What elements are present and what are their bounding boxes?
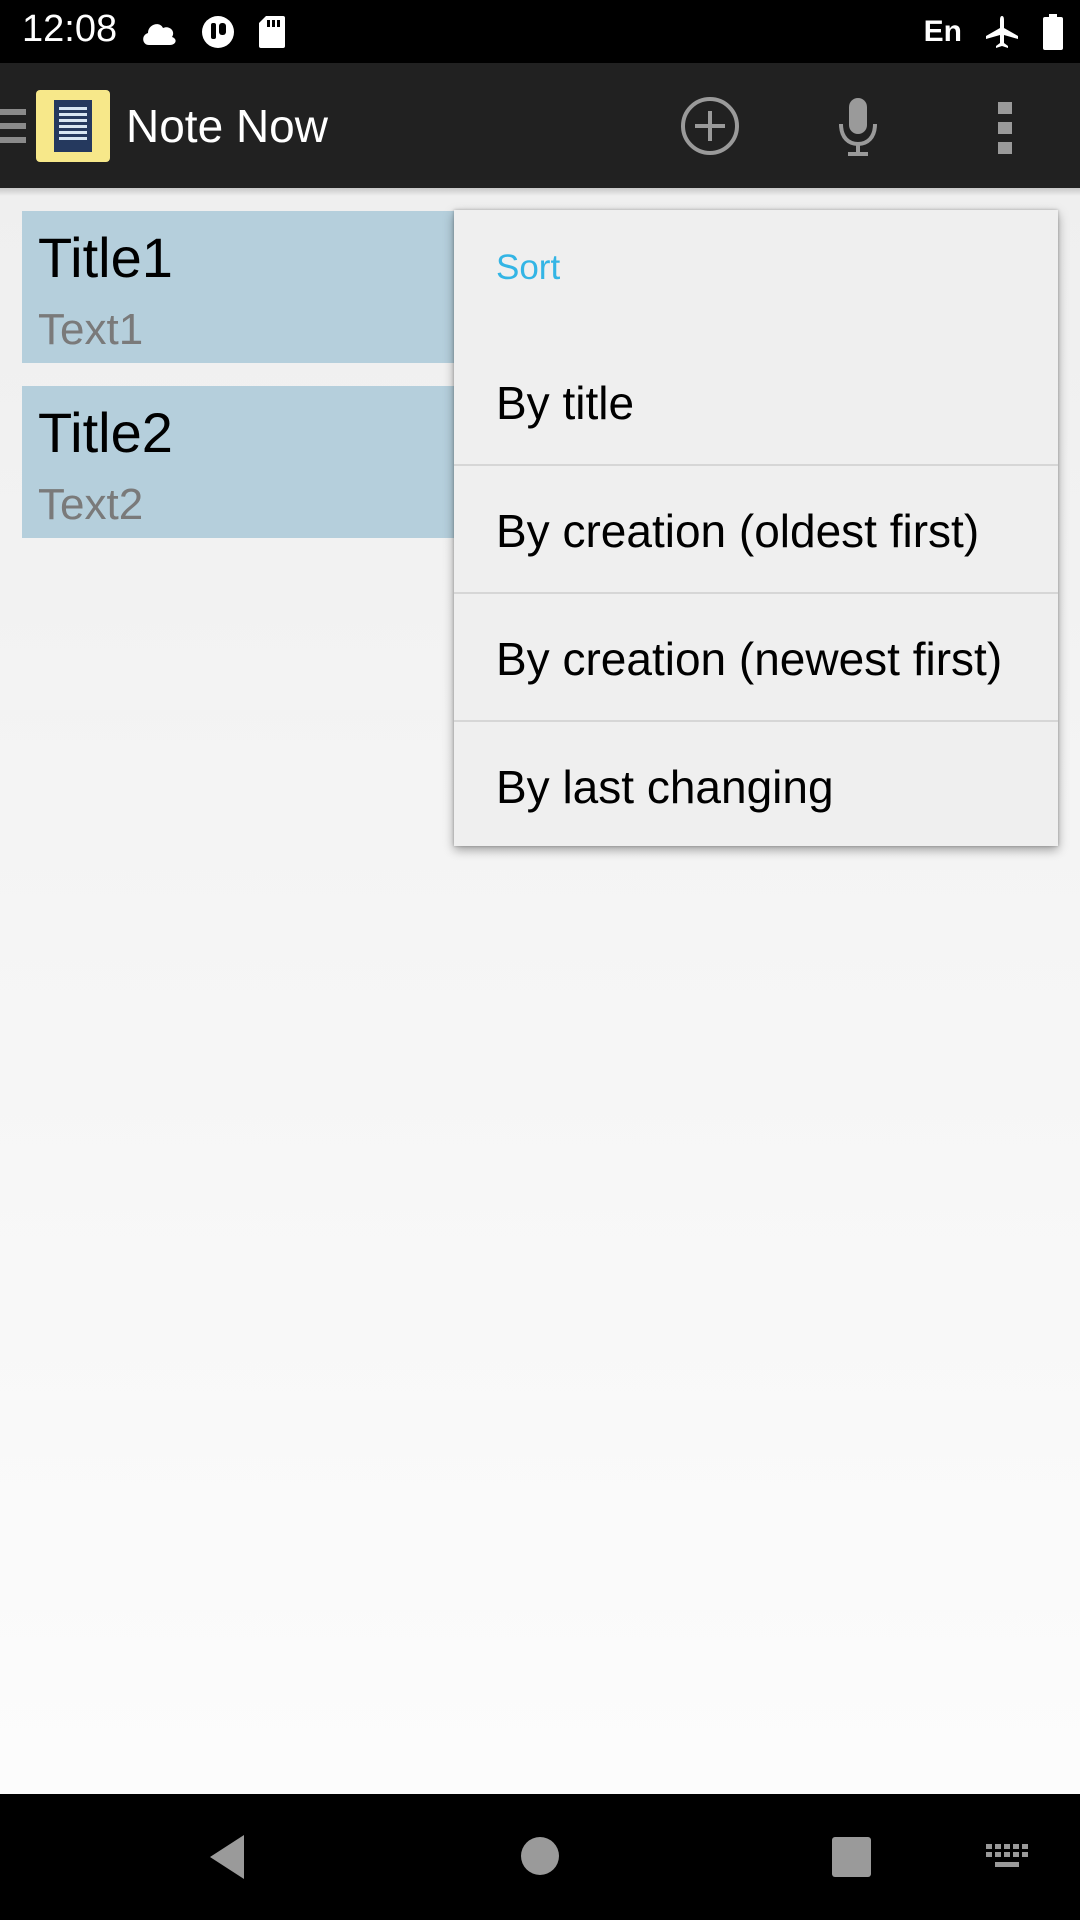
app-title: Note Now — [126, 100, 328, 152]
battery-icon — [1043, 14, 1063, 50]
status-language: En — [923, 15, 962, 48]
navigation-bar — [0, 1794, 1080, 1920]
home-icon[interactable] — [520, 1836, 560, 1876]
airplane-mode-icon — [986, 16, 1018, 48]
overflow-menu-icon[interactable] — [990, 96, 1022, 160]
sort-menu-header: Sort — [496, 248, 561, 287]
note-item[interactable]: Title2 Text2 — [22, 386, 492, 538]
drawer-menu-icon[interactable] — [0, 107, 28, 145]
app-bar: Note Now — [0, 63, 1080, 188]
note-text: Text2 — [38, 480, 144, 529]
note-title: Title2 — [38, 401, 173, 464]
back-icon[interactable] — [206, 1832, 246, 1882]
cloud-upload-icon — [143, 24, 176, 45]
status-bar: 12:08 En — [0, 0, 1080, 63]
sort-menu: Sort By title By creation (oldest first)… — [454, 210, 1058, 846]
note-title: Title1 — [38, 226, 173, 289]
sort-by-title-item[interactable]: By title — [454, 338, 1058, 464]
sort-by-creation-newest-item[interactable]: By creation (newest first) — [454, 594, 1058, 720]
note-item[interactable]: Title1 Text1 — [22, 211, 492, 363]
sort-by-creation-oldest-item[interactable]: By creation (oldest first) — [454, 466, 1058, 592]
add-note-icon[interactable] — [680, 96, 740, 156]
menu-item-label: By creation (newest first) — [496, 633, 1003, 685]
note-text: Text1 — [38, 305, 144, 354]
keyboard-icon[interactable] — [986, 1844, 1030, 1870]
recents-icon[interactable] — [832, 1837, 871, 1877]
microphone-icon[interactable] — [835, 96, 881, 160]
app-logo-icon[interactable] — [36, 90, 110, 162]
sd-card-icon — [259, 16, 285, 48]
menu-item-label: By last changing — [496, 761, 834, 813]
sort-by-last-changing-item[interactable]: By last changing — [454, 722, 1058, 848]
app-bar-shadow — [0, 188, 1080, 196]
status-right-icons: En — [924, 8, 1064, 56]
menu-item-label: By creation (oldest first) — [496, 505, 980, 557]
menu-item-label: By title — [496, 377, 635, 429]
status-left-icons — [140, 10, 286, 54]
status-time: 12:08 — [22, 8, 118, 50]
onedrive-notification-icon — [202, 16, 234, 48]
